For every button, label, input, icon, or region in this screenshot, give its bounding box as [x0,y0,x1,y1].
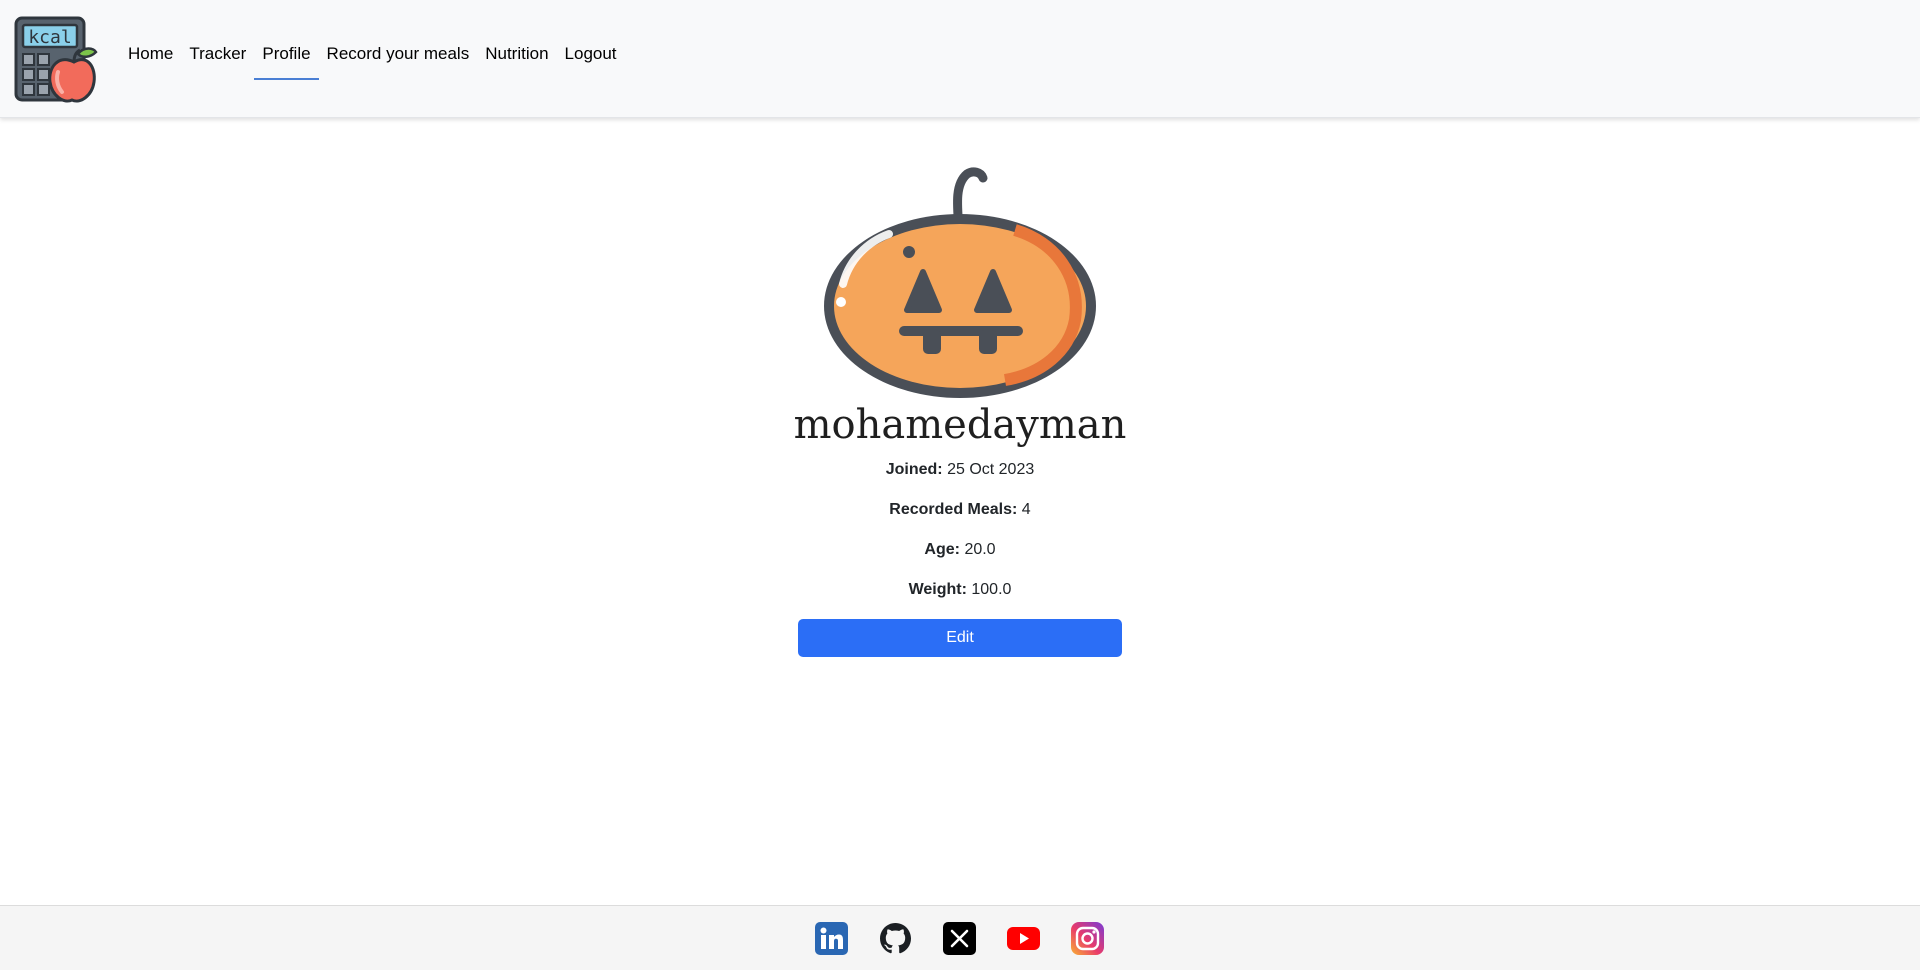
weight-label: Weight: [908,581,967,598]
profile-username: mohamedayman [793,402,1127,448]
recorded-meals-label: Recorded Meals: [889,501,1018,518]
navbar: kcal Home Tracker Profile Record your me… [0,0,1920,118]
nav-record-meals[interactable]: Record your meals [319,42,478,80]
instagram-icon[interactable] [1071,922,1104,955]
nav-profile[interactable]: Profile [254,42,319,80]
nav-logout[interactable]: Logout [557,42,625,80]
age-row: Age: 20.0 [924,540,995,560]
footer [0,905,1920,970]
profile-section: mohamedayman Joined: 25 Oct 2023 Recorde… [0,118,1920,657]
weight-value: 100.0 [971,581,1012,598]
recorded-meals-row: Recorded Meals: 4 [889,500,1030,520]
nav-nutrition[interactable]: Nutrition [477,42,556,80]
social-links [815,922,1104,955]
youtube-icon[interactable] [1007,922,1040,955]
nav-home[interactable]: Home [120,42,181,80]
kcal-calculator-logo[interactable]: kcal [14,16,102,104]
edit-profile-button[interactable]: Edit [798,619,1122,657]
age-value: 20.0 [964,541,996,558]
pumpkin-avatar [824,167,1096,398]
x-icon[interactable] [943,922,976,955]
weight-row: Weight: 100.0 [909,580,1012,600]
logo-text: kcal [28,27,71,48]
main-nav: Home Tracker Profile Record your meals N… [120,42,625,80]
recorded-meals-value: 4 [1021,501,1031,518]
joined-value: 25 Oct 2023 [947,461,1035,478]
linkedin-icon[interactable] [815,922,848,955]
nav-tracker[interactable]: Tracker [181,42,254,80]
age-label: Age: [924,541,960,558]
joined-row: Joined: 25 Oct 2023 [886,460,1035,480]
joined-label: Joined: [885,461,943,478]
github-icon[interactable] [879,922,912,955]
